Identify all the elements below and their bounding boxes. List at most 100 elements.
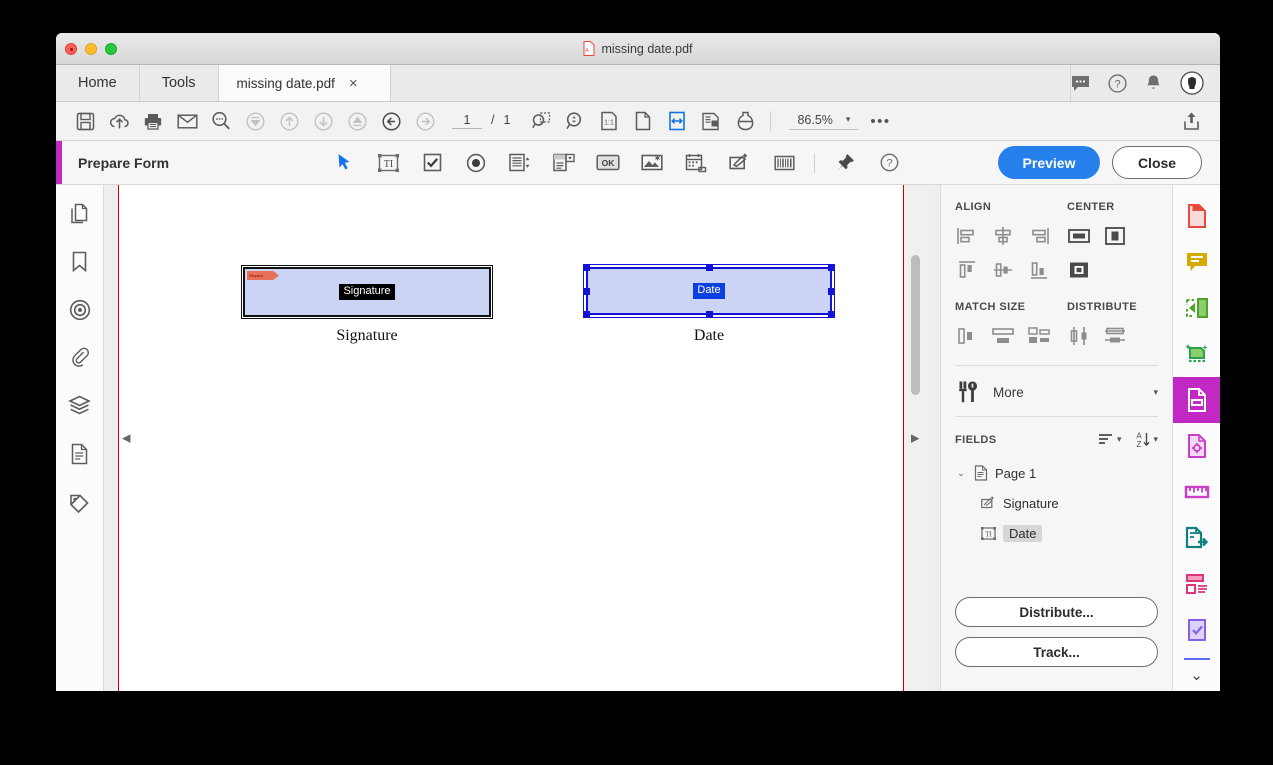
window-controls[interactable] bbox=[56, 42, 117, 55]
certificates-icon[interactable] bbox=[1173, 607, 1221, 653]
toolbar-overflow-button[interactable]: ••• bbox=[858, 113, 902, 130]
sort-alphabetical-icon[interactable]: A Z ▾ bbox=[1135, 431, 1158, 448]
edit-pdf-icon[interactable] bbox=[1173, 423, 1221, 469]
dropdown-icon[interactable] bbox=[542, 146, 586, 180]
first-page-icon[interactable] bbox=[238, 106, 272, 136]
create-pdf-icon[interactable] bbox=[1173, 193, 1221, 239]
select-pointer-icon[interactable] bbox=[322, 146, 366, 180]
resize-handle-middle-left[interactable] bbox=[583, 288, 590, 295]
marquee-zoom-icon[interactable] bbox=[558, 106, 592, 136]
actual-size-icon[interactable]: 1:1 bbox=[592, 106, 626, 136]
page-thumbnails-icon[interactable] bbox=[65, 199, 95, 229]
checkbox-icon[interactable] bbox=[410, 146, 454, 180]
align-bottom-icon[interactable] bbox=[1027, 259, 1051, 281]
preview-button[interactable]: Preview bbox=[998, 146, 1100, 179]
distribute-button[interactable]: Distribute... bbox=[955, 597, 1158, 627]
more-options-row[interactable]: More ▾ bbox=[955, 366, 1158, 417]
zoom-selection-icon[interactable] bbox=[524, 106, 558, 136]
last-page-icon[interactable] bbox=[340, 106, 374, 136]
button-ok-icon[interactable]: OK bbox=[586, 146, 630, 180]
resize-handle-bottom-right[interactable] bbox=[828, 311, 835, 318]
send-for-signature-icon[interactable] bbox=[1173, 515, 1221, 561]
help-icon[interactable]: ? bbox=[1108, 73, 1127, 93]
align-vertical-center-icon[interactable] bbox=[991, 259, 1015, 281]
export-pdf-icon[interactable] bbox=[1173, 285, 1221, 331]
collapse-right-panel-handle[interactable]: ▶ bbox=[911, 432, 919, 445]
tab-home[interactable]: Home bbox=[56, 65, 140, 101]
align-left-icon[interactable] bbox=[955, 225, 979, 247]
tags-icon[interactable] bbox=[65, 487, 95, 517]
prepare-form-icon[interactable] bbox=[1172, 377, 1220, 423]
measure-icon[interactable] bbox=[1173, 469, 1221, 515]
barcode-icon[interactable] bbox=[762, 146, 806, 180]
image-field-icon[interactable] bbox=[630, 146, 674, 180]
match-height-icon[interactable] bbox=[991, 325, 1015, 347]
pin-icon[interactable] bbox=[823, 146, 867, 180]
tree-row-signature[interactable]: Signature bbox=[955, 488, 1158, 518]
collapse-left-panel-handle[interactable]: ◀ bbox=[122, 432, 130, 445]
form-field-date[interactable]: Date bbox=[583, 264, 835, 318]
tree-row-date[interactable]: TI Date bbox=[955, 518, 1158, 548]
list-box-icon[interactable] bbox=[498, 146, 542, 180]
center-vertically-icon[interactable] bbox=[1103, 225, 1127, 247]
page-number-input[interactable]: 1 bbox=[452, 113, 482, 129]
align-top-icon[interactable] bbox=[955, 259, 979, 281]
date-field-icon[interactable] bbox=[674, 146, 718, 180]
minimize-window-button[interactable] bbox=[85, 42, 97, 55]
form-field-signature[interactable]: Required Signature bbox=[241, 265, 493, 319]
ink-icon[interactable] bbox=[728, 106, 762, 136]
distribute-vertically-icon[interactable] bbox=[1067, 325, 1091, 347]
page-navigator[interactable]: 1 / 1 bbox=[452, 113, 510, 129]
notification-bell-icon[interactable] bbox=[1145, 74, 1162, 93]
resize-handle-bottom-center[interactable] bbox=[706, 311, 713, 318]
avatar-icon[interactable] bbox=[1180, 71, 1204, 95]
comment-icon[interactable] bbox=[1071, 75, 1090, 92]
maximize-window-button[interactable] bbox=[105, 42, 117, 55]
layers-icon[interactable] bbox=[65, 391, 95, 421]
resize-handle-top-right[interactable] bbox=[828, 264, 835, 271]
close-window-button[interactable] bbox=[65, 42, 77, 55]
email-icon[interactable] bbox=[170, 106, 204, 136]
resize-handle-top-center[interactable] bbox=[706, 264, 713, 271]
center-horizontally-icon[interactable] bbox=[1067, 225, 1091, 247]
chevron-down-icon[interactable]: ⌄ bbox=[1190, 667, 1203, 684]
radio-button-icon[interactable] bbox=[454, 146, 498, 180]
chevron-down-icon[interactable]: ▾ bbox=[1117, 434, 1122, 445]
bookmarks-icon[interactable] bbox=[65, 247, 95, 277]
chevron-down-icon[interactable]: ▾ bbox=[1153, 434, 1158, 445]
fit-width-icon[interactable] bbox=[660, 106, 694, 136]
cloud-upload-icon[interactable] bbox=[102, 106, 136, 136]
share-icon[interactable] bbox=[1174, 106, 1208, 136]
read-mode-icon[interactable] bbox=[694, 106, 728, 136]
document-canvas[interactable]: Required Signature Signature Date Date ◀… bbox=[104, 185, 940, 691]
pdf-page[interactable]: Required Signature Signature Date Date ◀ bbox=[118, 185, 904, 691]
center-both-icon[interactable] bbox=[1067, 259, 1091, 281]
signature-field-icon[interactable] bbox=[718, 146, 762, 180]
resize-handle-bottom-left[interactable] bbox=[583, 311, 590, 318]
zoom-control[interactable]: 86.5% ▾ bbox=[789, 113, 859, 130]
previous-page-icon[interactable] bbox=[272, 106, 306, 136]
text-field-icon[interactable]: TI bbox=[366, 146, 410, 180]
resize-handle-top-left[interactable] bbox=[583, 264, 590, 271]
next-page-icon[interactable] bbox=[306, 106, 340, 136]
destinations-icon[interactable] bbox=[65, 295, 95, 325]
scrollbar-thumb[interactable] bbox=[911, 255, 920, 395]
tab-document[interactable]: missing date.pdf × bbox=[218, 65, 391, 101]
close-button[interactable]: Close bbox=[1112, 146, 1202, 179]
document-scrollbar[interactable]: ▶ bbox=[904, 185, 928, 691]
fit-page-icon[interactable] bbox=[626, 106, 660, 136]
back-icon[interactable] bbox=[374, 106, 408, 136]
comment-icon[interactable] bbox=[1173, 239, 1221, 285]
chevron-down-icon[interactable]: ▾ bbox=[846, 114, 851, 125]
search-icon[interactable] bbox=[204, 106, 238, 136]
attachments-icon[interactable] bbox=[65, 343, 95, 373]
content-icon[interactable] bbox=[65, 439, 95, 469]
tab-tools[interactable]: Tools bbox=[140, 65, 219, 101]
track-button[interactable]: Track... bbox=[955, 637, 1158, 667]
distribute-horizontally-icon[interactable] bbox=[1103, 325, 1127, 347]
help-icon[interactable]: ? bbox=[867, 146, 911, 180]
print-icon[interactable] bbox=[136, 106, 170, 136]
save-icon[interactable] bbox=[68, 106, 102, 136]
align-horizontal-center-icon[interactable] bbox=[991, 225, 1015, 247]
resize-handle-middle-right[interactable] bbox=[828, 288, 835, 295]
